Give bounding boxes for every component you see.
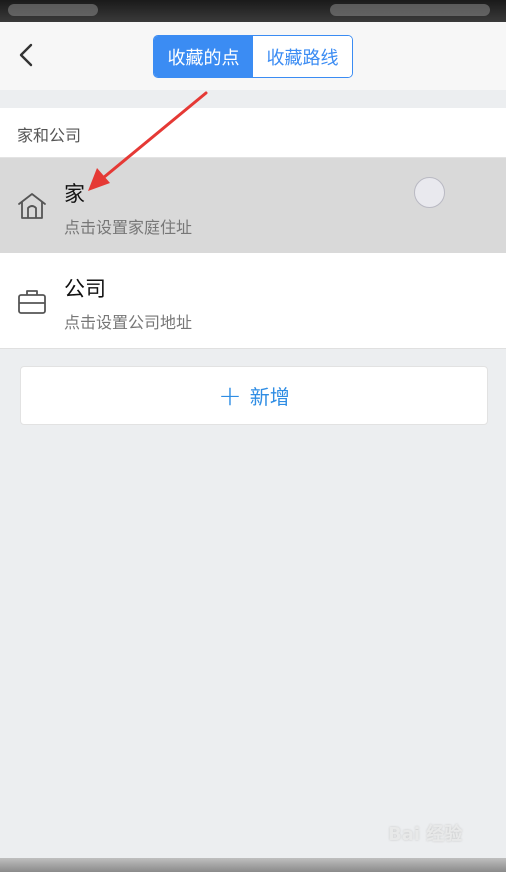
tab-favorite-routes[interactable]: 收藏路线: [253, 36, 352, 77]
chevron-left-icon: [19, 43, 33, 67]
home-icon: [18, 193, 46, 219]
list-item-title: 家: [64, 182, 85, 206]
section-header: 家和公司: [0, 108, 506, 158]
list-item-company[interactable]: 公司 点击设置公司地址: [0, 253, 506, 349]
bottom-edge: [0, 858, 506, 872]
back-button[interactable]: [10, 38, 44, 72]
baidu-watermark: Bai 经验: [388, 824, 463, 845]
add-new-button[interactable]: + 新增: [20, 366, 488, 425]
list-item-subtitle: 点击设置公司地址: [64, 313, 193, 332]
list-item-subtitle: 点击设置家庭住址: [64, 218, 193, 237]
status-bar-blur-icons: [330, 4, 490, 16]
select-radio[interactable]: [414, 177, 445, 208]
list-item-home[interactable]: 家 点击设置家庭住址: [0, 158, 506, 253]
status-bar: [0, 0, 506, 22]
list-item-title: 公司: [64, 277, 106, 301]
tab-favorite-points[interactable]: 收藏的点: [154, 36, 253, 77]
plus-icon: +: [218, 378, 242, 412]
navigation-bar: 收藏的点 收藏路线: [0, 22, 506, 90]
add-new-label: 新增: [249, 385, 290, 409]
section-header-label: 家和公司: [17, 126, 82, 145]
favorites-segmented-control: 收藏的点 收藏路线: [153, 35, 353, 78]
briefcase-icon: [18, 290, 46, 314]
status-bar-blur: [8, 4, 98, 16]
